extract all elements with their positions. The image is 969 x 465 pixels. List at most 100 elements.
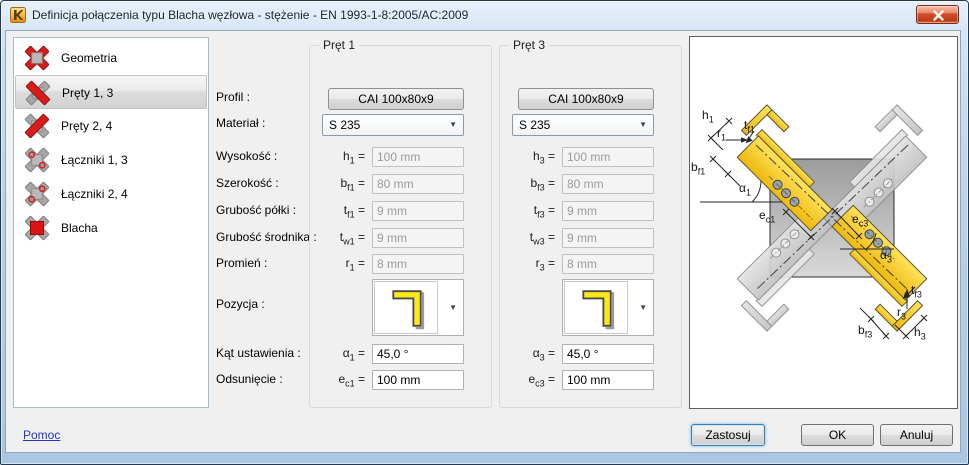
group-title: Pręt 1 (319, 38, 360, 52)
field-row: ec3 = (500, 370, 683, 390)
chevron-down-icon: ▼ (449, 120, 457, 129)
app-icon (10, 7, 26, 23)
gusset-diagram (700, 104, 928, 340)
dim-label-a1: α1 (739, 181, 751, 198)
web-thickness-input (372, 228, 464, 248)
sidebar-item-label: Łączniki 1, 3 (61, 153, 128, 167)
flange-thickness-input (562, 201, 654, 221)
field-symbol: tw1 = (339, 230, 365, 247)
field-row: α1 = (310, 344, 493, 364)
help-link[interactable]: Pomoc (23, 428, 60, 442)
field-row: r1 = (310, 254, 493, 274)
group-pret-1: Pręt 1 CAI 100x80x9 S 235 ▼ h1 = bf1 = t… (309, 38, 493, 408)
bolts-2-4-icon (24, 181, 50, 207)
dim-label-r1: r1 (717, 126, 727, 143)
profile-button[interactable]: CAI 100x80x9 (328, 88, 464, 110)
dim-label-tf3: tf3 (911, 283, 922, 300)
dim-label-h1: h1 (702, 108, 714, 125)
field-symbol: ec1 = (338, 372, 365, 389)
field-symbol: tf3 = (533, 203, 555, 220)
dim-label-bf1: bf1 (691, 160, 706, 177)
label-szerokosc: Szerokość : (216, 176, 279, 190)
offset-input[interactable] (562, 370, 654, 390)
flange-thickness-input (372, 201, 464, 221)
chevron-down-icon: ▼ (639, 303, 647, 312)
label-pozycja: Pozycja : (216, 297, 265, 311)
dialog-window: Definicja połączenia typu Blacha węzłowa… (0, 0, 969, 465)
bars-2-4-icon (24, 113, 50, 139)
label-kat-ustawienia: Kąt ustawienia : (216, 346, 301, 360)
ok-button[interactable]: OK (801, 424, 874, 446)
sidebar-item-label: Łączniki 2, 4 (61, 187, 128, 201)
chevron-down-icon: ▼ (639, 120, 647, 129)
position-combo[interactable]: ▼ (372, 279, 464, 336)
profile-button[interactable]: CAI 100x80x9 (518, 88, 654, 110)
sidebar-item-blacha[interactable]: Blacha (15, 211, 207, 245)
sidebar-item-prety-2-4[interactable]: Pręty 2, 4 (15, 109, 207, 143)
sidebar-item-geometria[interactable]: Geometria (15, 41, 207, 75)
angle-position-icon (564, 281, 628, 334)
material-combo[interactable]: S 235 ▼ (322, 114, 464, 136)
radius-input (372, 254, 464, 274)
material-combo[interactable]: S 235 ▼ (512, 114, 654, 136)
field-symbol: bf1 = (340, 176, 365, 193)
field-row: tf1 = (310, 201, 493, 221)
label-material: Materiał : (216, 116, 266, 130)
width-input (562, 174, 654, 194)
field-symbol: α1 = (342, 346, 365, 363)
dim-label-bf3: bf3 (858, 323, 873, 340)
cancel-button[interactable]: Anuluj (880, 424, 953, 446)
angle-position-icon (374, 281, 438, 334)
sidebar-item-label: Geometria (61, 51, 118, 65)
dim-label-tf1: tf1 (744, 118, 755, 135)
field-symbol: tw3 = (529, 230, 555, 247)
field-symbol: r1 = (345, 256, 365, 273)
field-row: tw1 = (310, 228, 493, 248)
dim-label-h3: h3 (914, 325, 926, 342)
chevron-down-icon: ▼ (449, 303, 457, 312)
sidebar-item-prety-1-3[interactable]: Pręty 1, 3 (15, 75, 207, 109)
position-combo[interactable]: ▼ (562, 279, 654, 336)
label-promien: Promień : (216, 256, 268, 270)
geometry-icon (24, 45, 50, 71)
label-grubosc-polki: Grubość półki : (216, 203, 297, 217)
bars-1-3-icon (25, 80, 51, 106)
field-row: α3 = (500, 344, 683, 364)
web-thickness-input (562, 228, 654, 248)
width-input (372, 174, 464, 194)
group-title: Pręt 3 (509, 38, 550, 52)
dialog-title: Definicja połączenia typu Blacha węzłowa… (32, 8, 469, 22)
sidebar-item-laczniki-1-3[interactable]: Łączniki 1, 3 (15, 143, 207, 177)
field-symbol: ec3 = (528, 372, 555, 389)
material-value: S 235 (329, 118, 361, 132)
apply-button[interactable]: Zastosuj (691, 424, 765, 446)
label-odsuniecie: Odsunięcie : (216, 372, 283, 386)
field-symbol: r3 = (535, 256, 555, 273)
field-symbol: tf1 = (343, 203, 365, 220)
radius-input (562, 254, 654, 274)
dim-label-ec3: ec3 (852, 212, 869, 229)
connection-preview: h1 tf1 r1 bf1 α1 ec1 ec3 α3 tf3 r3 bf3 h… (689, 36, 958, 409)
field-symbol: bf3 = (530, 176, 555, 193)
field-row: bf1 = (310, 174, 493, 194)
group-pret-3: Pręt 3 CAI 100x80x9 S 235 ▼ h3 = bf3 = t… (499, 38, 683, 408)
field-row: tf3 = (500, 201, 683, 221)
angle-input[interactable] (372, 344, 464, 364)
field-row: h1 = (310, 147, 493, 167)
sidebar-item-label: Pręty 2, 4 (61, 119, 113, 133)
field-symbol: α3 = (532, 346, 555, 363)
sidebar-item-laczniki-2-4[interactable]: Łączniki 2, 4 (15, 177, 207, 211)
field-row: ec1 = (310, 370, 493, 390)
title-bar[interactable]: Definicja połączenia typu Blacha węzłowa… (1, 1, 968, 30)
angle-input[interactable] (562, 344, 654, 364)
close-icon[interactable] (916, 5, 959, 24)
field-row: tw3 = (500, 228, 683, 248)
dim-label-a3: α3 (880, 248, 892, 265)
height-input (372, 147, 464, 167)
field-row: bf3 = (500, 174, 683, 194)
plate-icon (24, 215, 50, 241)
label-wysokosc: Wysokość : (216, 149, 278, 163)
label-grubosc-srodnika: Grubość środnika : (216, 230, 317, 244)
offset-input[interactable] (372, 370, 464, 390)
sidebar-item-label: Blacha (61, 221, 98, 235)
